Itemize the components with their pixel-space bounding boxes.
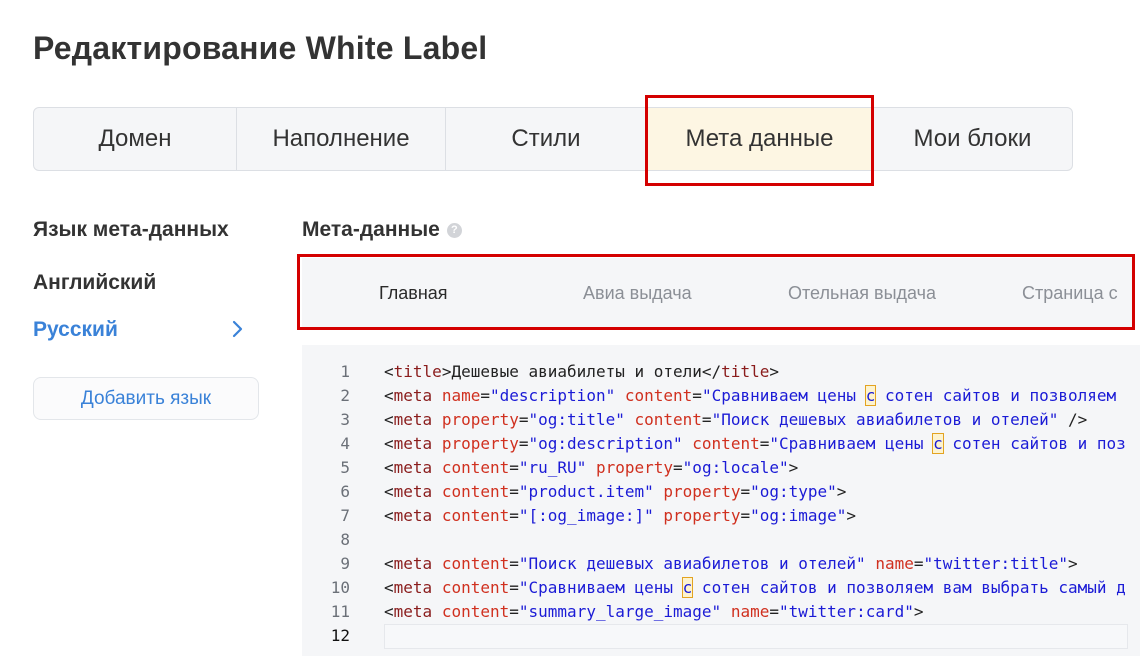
chevron-right-icon xyxy=(232,320,243,338)
main-tabs: Домен Наполнение Стили Мета данные Мои б… xyxy=(33,107,1073,171)
tab-styles[interactable]: Стили xyxy=(446,108,647,170)
language-item-english[interactable]: Английский xyxy=(33,271,156,295)
line-number: 12 xyxy=(330,626,350,645)
meta-title-label: Мета-данные xyxy=(302,218,440,241)
meta-section-title: Мета-данные ? xyxy=(302,218,462,242)
tab-domain[interactable]: Домен xyxy=(34,108,237,170)
code-line: 4 <meta property="og:description" content… xyxy=(302,432,1140,456)
code-line: 5 <meta content="ru_RU" property="og:loca… xyxy=(302,456,1140,480)
highlight-box-tab xyxy=(645,95,874,186)
code-line: 6 <meta content="product.item" property="… xyxy=(302,480,1140,504)
line-number: 9 xyxy=(340,554,350,573)
code-editor[interactable]: 1 <title>Дешевые авиабилеты и отели</titl… xyxy=(302,345,1140,656)
code-text: <meta content="Поиск дешевых авиабилетов… xyxy=(384,554,1078,573)
code-text: <meta content="Сравниваем цены с сотен с… xyxy=(384,577,1126,598)
line-number: 4 xyxy=(340,434,350,453)
add-language-button[interactable]: Добавить язык xyxy=(33,377,259,420)
code-text: <meta property="og:title" content="Поиск… xyxy=(384,410,1088,429)
code-text: <title>Дешевые авиабилеты и отели</title… xyxy=(384,362,779,381)
tab-my-blocks[interactable]: Мои блоки xyxy=(873,108,1072,170)
code-text: <meta content="ru_RU" property="og:local… xyxy=(384,458,799,477)
code-line: 3 <meta property="og:title" content="Поис… xyxy=(302,408,1140,432)
line-number: 5 xyxy=(340,458,350,477)
code-text: <meta content="[:og_image:]" property="o… xyxy=(384,506,857,525)
page-title: Редактирование White Label xyxy=(33,30,488,66)
line-number: 3 xyxy=(340,410,350,429)
line-number: 8 xyxy=(340,530,350,549)
code-line: 11 <meta content="summary_large_image" na… xyxy=(302,600,1140,624)
line-number: 2 xyxy=(340,386,350,405)
line-number: 6 xyxy=(340,482,350,501)
line-number: 7 xyxy=(340,506,350,525)
code-text: <meta content="product.item" property="o… xyxy=(384,482,847,501)
code-line: 1 <title>Дешевые авиабилеты и отели</titl… xyxy=(302,360,1140,384)
code-text: <meta content="summary_large_image" name… xyxy=(384,602,924,621)
tab-content[interactable]: Наполнение xyxy=(237,108,446,170)
help-icon[interactable]: ? xyxy=(446,222,462,238)
code-line: 12 xyxy=(302,624,1140,648)
code-line: 9 <meta content="Поиск дешевых авиабилето… xyxy=(302,552,1140,576)
highlight-box-subtabs xyxy=(297,254,1135,330)
language-item-russian[interactable]: Русский xyxy=(33,318,118,342)
sidebar-title: Язык мета-данных xyxy=(33,218,229,241)
line-number: 11 xyxy=(330,602,350,621)
code-line: 2 <meta name="description" content="Сравн… xyxy=(302,384,1140,408)
code-text: <meta property="og:description" content=… xyxy=(384,433,1126,454)
code-line: 7 <meta content="[:og_image:]" property="… xyxy=(302,504,1140,528)
code-text: <meta name="description" content="Сравни… xyxy=(384,385,1117,406)
code-line: 8 xyxy=(302,528,1140,552)
code-line: 10 <meta content="Сравниваем цены с сотен… xyxy=(302,576,1140,600)
line-number: 10 xyxy=(330,578,350,597)
line-number: 1 xyxy=(340,362,350,381)
